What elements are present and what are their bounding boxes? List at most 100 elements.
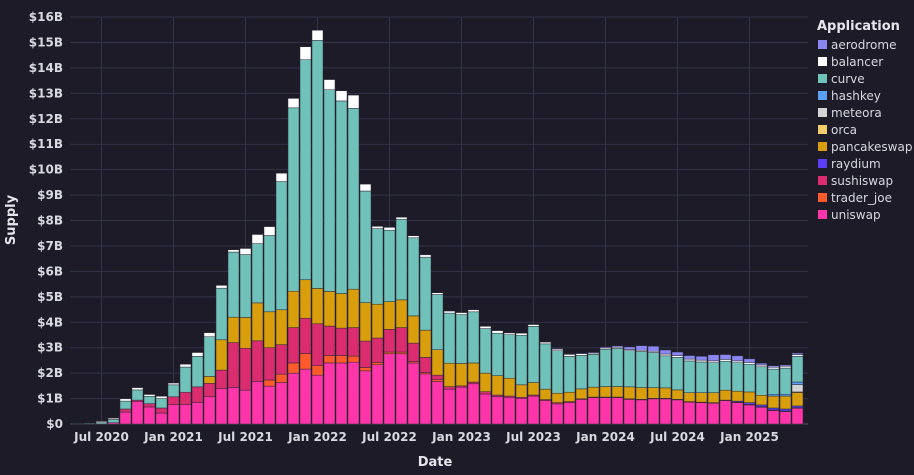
bar-segment-pancakeswap: [551, 392, 564, 403]
bar-segment-balancer: [311, 29, 324, 41]
bar-segment-uniswap: [323, 362, 336, 425]
bar-segment-pancakeswap: [419, 329, 432, 358]
bar-segment-uniswap: [143, 406, 156, 425]
bar-segment-aerodrome: [563, 353, 576, 355]
bar-segment-curve: [707, 362, 720, 393]
legend-title: Application: [817, 19, 900, 34]
bar-segment-aerodrome: [647, 345, 660, 352]
bar-segment-balancer: [359, 183, 372, 192]
legend-label-sushiswap: sushiswap: [831, 174, 893, 188]
bar-segment-trader_joe: [311, 365, 324, 376]
bar-segment-trader_joe: [395, 351, 408, 355]
bar-segment-uniswap: [563, 402, 576, 425]
bar-segment-sushiswap: [299, 317, 312, 354]
bar-segment-uniswap: [287, 372, 300, 425]
bar-segment-balancer: [371, 226, 384, 229]
bar-segment-balancer: [767, 367, 780, 370]
bar-segment-uniswap: [635, 399, 648, 425]
bar-segment-balancer: [527, 324, 540, 327]
bar-segment-curve: [455, 314, 468, 364]
bar-segment-curve: [587, 354, 600, 388]
legend-swatch-balancer: [818, 57, 827, 66]
bar-segment-sushiswap: [431, 374, 444, 380]
bar-segment-uniswap: [455, 386, 468, 425]
x-tick-label: Jul 2022: [361, 430, 417, 444]
bar-segment-pancakeswap: [275, 309, 288, 345]
bar-segment-balancer: [503, 332, 516, 335]
bar-segment-trader_joe: [347, 355, 360, 363]
x-tick-label: Jul 2020: [73, 430, 129, 444]
bar-segment-curve: [611, 348, 624, 387]
bar-segment-curve: [503, 334, 516, 379]
bar-segment-curve: [407, 237, 420, 317]
bar-segment-balancer: [455, 312, 468, 315]
bar-segment-curve: [539, 343, 552, 390]
bar-segment-pancakeswap: [311, 288, 324, 325]
bar-segment-curve: [203, 336, 216, 377]
bar-segment-uniswap: [707, 402, 720, 425]
y-tick-label: $16B: [29, 10, 63, 24]
bar-segment-pancakeswap: [695, 392, 708, 403]
bar-segment-balancer: [431, 292, 444, 295]
bar-segment-curve: [275, 181, 288, 311]
bar-segment-balancer: [467, 309, 480, 313]
bar-segment-pancakeswap: [647, 387, 660, 399]
bar-segment-pancakeswap: [491, 375, 504, 396]
bar-segment-balancer: [443, 310, 456, 314]
bar-segment-curve: [443, 312, 456, 364]
bar-segment-pancakeswap: [371, 303, 384, 339]
y-tick-label: $5B: [37, 290, 63, 304]
bar-segment-curve: [347, 108, 360, 290]
bar-segment-uniswap: [719, 400, 732, 425]
bar-segment-sushiswap: [167, 396, 180, 405]
bar-segment-uniswap: [155, 412, 168, 425]
bar-segment-curve: [143, 396, 156, 404]
bar-segment-curve: [635, 351, 648, 388]
bar-segment-sushiswap: [227, 342, 240, 388]
bar-segment-curve: [251, 243, 264, 304]
bar-segment-pancakeswap: [263, 311, 276, 348]
bar-segment-curve: [719, 360, 732, 391]
bar-segment-sushiswap: [467, 381, 480, 385]
bar-segment-balancer: [539, 341, 552, 345]
bar-segment-curve: [743, 363, 756, 393]
legend-label-balancer: balancer: [831, 55, 883, 69]
bar-segment-trader_joe: [275, 373, 288, 383]
bar-segment-balancer: [191, 352, 204, 357]
bar-segment-pancakeswap: [287, 290, 300, 328]
bar-segment-pancakeswap: [443, 362, 456, 387]
bar-segment-curve: [191, 356, 204, 388]
legend-swatch-uniswap: [818, 210, 827, 219]
y-tick-label: $1B: [37, 392, 63, 406]
y-tick-label: $0: [46, 417, 63, 431]
y-tick-label: $7B: [37, 239, 63, 253]
bar-segment-uniswap: [503, 397, 516, 425]
bar-segment-uniswap: [479, 393, 492, 425]
legend-label-trader_joe: trader_joe: [831, 191, 892, 205]
bar-segment-balancer: [407, 235, 420, 239]
bar-segment-pancakeswap: [659, 387, 672, 399]
bar-segment-uniswap: [299, 368, 312, 425]
bar-segment-balancer: [239, 248, 252, 255]
bar-segment-balancer: [791, 354, 804, 357]
bar-segment-pancakeswap: [743, 391, 756, 403]
bar-segment-pancakeswap: [611, 386, 624, 398]
bar-segment-curve: [155, 398, 168, 409]
bar-segment-aerodrome: [635, 345, 648, 351]
x-tick-label: Jan 2022: [287, 430, 347, 444]
bar-segment-balancer: [731, 360, 744, 363]
bar-segment-curve: [755, 366, 768, 396]
bar-segment-pancakeswap: [575, 388, 588, 400]
bar-segment-uniswap: [731, 402, 744, 425]
bar-segment-hashkey: [791, 381, 804, 385]
bar-segment-pancakeswap: [719, 389, 732, 401]
legend-swatch-raydium: [818, 159, 827, 168]
bar-segment-sushiswap: [191, 386, 204, 403]
bar-segment-sushiswap: [347, 327, 360, 357]
bar-segment-raydium: [755, 404, 768, 407]
bar-segment-balancer: [395, 216, 408, 220]
bar-segment-curve: [767, 368, 780, 395]
bar-segment-balancer: [203, 332, 216, 337]
bar-segment-aerodrome: [659, 349, 672, 355]
bar-segment-balancer: [695, 359, 708, 363]
